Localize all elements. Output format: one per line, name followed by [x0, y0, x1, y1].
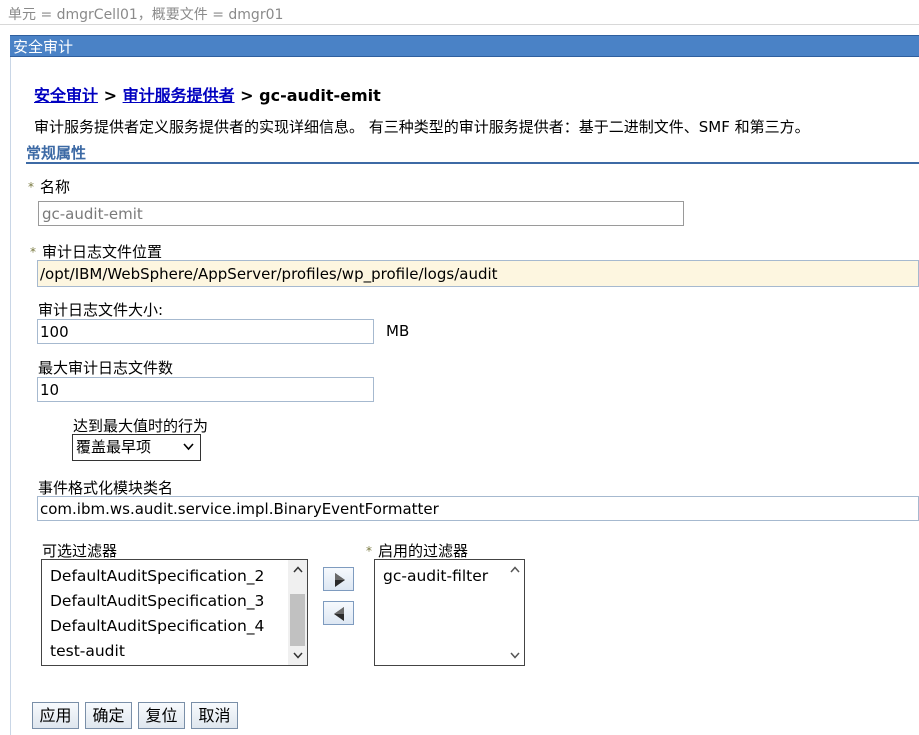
cancel-button[interactable]: 取消	[191, 702, 238, 729]
add-filter-button[interactable]	[323, 567, 354, 591]
breadcrumb: 安全审计 > 审计服务提供者 > gc-audit-emit	[34, 82, 381, 106]
chevron-down-icon[interactable]	[505, 646, 524, 664]
max-action-label: 达到最大值时的行为	[73, 417, 209, 435]
list-item[interactable]: test-audit	[42, 639, 307, 664]
chevron-down-icon[interactable]	[288, 646, 307, 664]
name-field: gc-audit-emit	[38, 201, 684, 226]
divider	[0, 24, 919, 25]
log-size-label: 审计日志文件大小:	[38, 301, 164, 319]
scrollbar-thumb[interactable]	[290, 594, 305, 646]
max-logs-label: 最大审计日志文件数	[38, 359, 174, 377]
chevron-up-icon[interactable]	[288, 561, 307, 579]
ok-button[interactable]: 确定	[85, 702, 132, 729]
page-description: 审计服务提供者定义服务提供者的实现详细信息。 有三种类型的审计服务提供者：基于二…	[34, 118, 810, 136]
chevron-down-icon	[183, 436, 194, 465]
arrow-right-icon	[335, 573, 345, 587]
scope-text: 单元 = dmgrCell01，概要文件 = dmgr01	[8, 7, 284, 23]
list-item[interactable]: DefaultAuditSpecification_4	[42, 614, 307, 639]
apply-button[interactable]: 应用	[32, 702, 79, 729]
log-size-input[interactable]: 100	[37, 319, 374, 344]
scrollbar[interactable]	[505, 560, 524, 665]
enabled-filters-list[interactable]: gc-audit-filter	[374, 559, 525, 666]
list-item[interactable]: gc-audit-filter	[375, 564, 524, 589]
formatter-label: 事件格式化模块类名	[38, 479, 174, 497]
breadcrumb-separator: >	[234, 86, 260, 105]
breadcrumb-separator: >	[98, 86, 123, 105]
max-action-select[interactable]: 覆盖最早项	[72, 434, 201, 461]
arrow-left-icon	[334, 607, 344, 621]
log-location-input[interactable]: /opt/IBM/WebSphere/AppServer/profiles/wp…	[37, 260, 919, 287]
available-filters-label: 可选过滤器	[42, 542, 118, 560]
chevron-up-icon[interactable]	[505, 561, 524, 579]
list-item[interactable]: DefaultAuditSpecification_2	[42, 564, 307, 589]
required-icon: *	[366, 544, 372, 558]
section-title: 常规属性	[26, 142, 919, 164]
panel-border	[10, 57, 11, 735]
max-logs-input[interactable]: 10	[37, 377, 374, 402]
required-icon: *	[28, 180, 34, 194]
formatter-input[interactable]: com.ibm.ws.audit.service.impl.BinaryEven…	[37, 496, 919, 521]
max-action-selected: 覆盖最早项	[76, 438, 152, 456]
reset-button[interactable]: 复位	[138, 702, 185, 729]
available-filters-list[interactable]: DefaultAuditSpecification_2 DefaultAudit…	[41, 559, 308, 666]
breadcrumb-link-audit-providers[interactable]: 审计服务提供者	[123, 86, 235, 105]
name-label: * 名称	[28, 178, 71, 196]
list-item[interactable]: DefaultAuditSpecification_3	[42, 589, 307, 614]
breadcrumb-link-security-audit[interactable]: 安全审计	[34, 86, 98, 105]
log-size-unit: MB	[386, 322, 410, 340]
remove-filter-button[interactable]	[323, 601, 354, 625]
breadcrumb-current: gc-audit-emit	[259, 86, 381, 105]
scrollbar[interactable]	[288, 560, 307, 665]
required-icon: *	[30, 245, 36, 259]
panel-title-bar: 安全审计	[10, 35, 919, 57]
enabled-filters-label: * 启用的过滤器	[366, 542, 469, 560]
log-location-label: * 审计日志文件位置	[30, 243, 163, 261]
